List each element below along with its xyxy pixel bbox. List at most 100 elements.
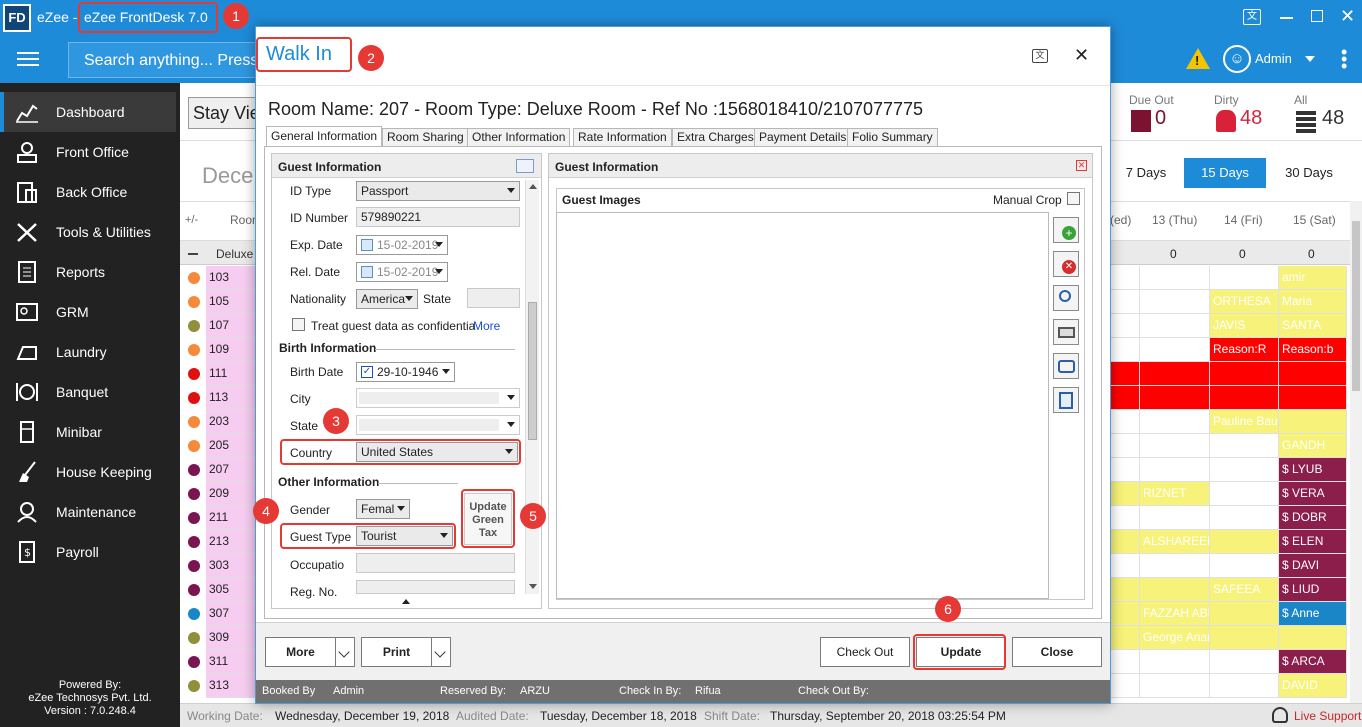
more-dropdown-button[interactable] [335,637,355,667]
scan-image-icon[interactable] [1053,319,1079,345]
booking-cell[interactable]: GANDH [1279,434,1347,458]
more-button[interactable]: More [265,637,336,667]
sidebar-item-laundry[interactable]: Laundry [4,332,180,372]
more-link[interactable]: More [473,319,500,333]
booking-cell[interactable] [1110,530,1140,554]
dialog-translate-icon[interactable]: 文 [1032,49,1048,63]
id-number-field[interactable]: 579890221 [356,207,520,227]
booking-cell[interactable] [1110,362,1140,386]
grid-scrollbar-thumb[interactable] [1352,221,1360,391]
booking-cell[interactable] [1210,362,1279,386]
booking-cell[interactable]: SANTA [1279,314,1347,338]
stay-view-button[interactable]: Stay Vie [188,97,263,129]
gender-select[interactable]: Femal [356,499,410,519]
booking-cell[interactable]: $ Anne [1279,602,1347,626]
panel-close-icon[interactable]: ✕ [1076,160,1087,171]
sidebar-item-front-office[interactable]: Front Office [4,132,180,172]
user-name[interactable]: Admin [1255,51,1292,66]
zoom-image-icon[interactable] [1053,285,1079,311]
range-15-days-button[interactable]: 15 Days [1184,158,1266,188]
booking-cell[interactable] [1140,458,1210,482]
user-dropdown-icon[interactable] [1305,56,1315,62]
check-out-button[interactable]: Check Out [820,637,910,667]
stat-all[interactable]: All 48 [1290,91,1360,136]
booking-cell[interactable] [1140,554,1210,578]
booking-cell[interactable] [1140,290,1210,314]
print-button[interactable]: Print [361,637,432,667]
sidebar-item-tools[interactable]: Tools & Utilities [4,212,180,252]
headset-icon[interactable] [1272,707,1288,723]
booking-cell[interactable]: $ LIUD [1279,578,1347,602]
booking-cell[interactable] [1210,458,1279,482]
booking-cell[interactable] [1110,602,1140,626]
booking-cell[interactable] [1110,506,1140,530]
booking-cell[interactable] [1110,314,1140,338]
sidebar-item-payroll[interactable]: $ Payroll [4,532,180,572]
exp-date-picker[interactable]: 15-02-2019 [356,235,448,255]
booking-cell[interactable] [1110,650,1140,674]
booking-cell[interactable]: $ ELEN [1279,530,1347,554]
booking-cell[interactable] [1140,410,1210,434]
form-scrollbar[interactable] [525,180,539,594]
close-button[interactable]: Close [1012,637,1102,667]
booking-cell[interactable] [1140,506,1210,530]
booking-cell[interactable] [1140,314,1210,338]
booking-cell[interactable]: RIZNET [1140,482,1210,506]
range-30-days-button[interactable]: 30 Days [1268,158,1350,188]
booking-cell[interactable]: Pauline Bauraire [1210,410,1279,434]
booking-cell[interactable] [1110,626,1140,650]
booking-cell[interactable]: $ DAVI [1279,554,1347,578]
tab-rate-information[interactable]: Rate Information [573,128,672,147]
booking-cell[interactable] [1210,530,1279,554]
tab-other-information[interactable]: Other Information [467,128,571,147]
rel-date-picker[interactable]: 15-02-2019 [356,262,448,282]
sidebar-item-housekeeping[interactable]: House Keeping [4,452,180,492]
booking-cell[interactable] [1210,674,1279,698]
tab-room-sharing[interactable]: Room Sharing [382,128,469,147]
booking-cell[interactable] [1210,554,1279,578]
reg-no-field[interactable] [356,580,515,594]
sidebar-item-minibar[interactable]: Minibar [4,412,180,452]
booking-cell[interactable]: SAFEEA [1210,578,1279,602]
booking-cell[interactable] [1110,482,1140,506]
camera-icon[interactable] [1053,353,1079,379]
booking-cell[interactable]: $ ARCA [1279,650,1347,674]
menu-icon[interactable] [17,52,39,66]
booking-cell[interactable] [1210,650,1279,674]
booking-cell[interactable]: DAVID [1279,674,1347,698]
booking-cell[interactable] [1110,554,1140,578]
tab-folio-summary[interactable]: Folio Summary [847,128,938,147]
booking-cell[interactable] [1140,650,1210,674]
booking-cell[interactable] [1140,386,1210,410]
tab-extra-charges[interactable]: Extra Charges [672,128,759,147]
booking-cell[interactable] [1110,290,1140,314]
stat-dirty[interactable]: Dirty 48 [1210,91,1290,136]
booking-cell[interactable]: FAZZAH ABDUL [1140,602,1210,626]
minimize-icon[interactable] [1280,17,1293,19]
dialog-close-icon[interactable]: ✕ [1074,45,1089,66]
booking-cell[interactable]: Maria [1279,290,1347,314]
booking-cell[interactable] [1110,674,1140,698]
state2-select[interactable] [356,415,520,435]
booking-cell[interactable]: amir [1279,266,1347,290]
collapse-up-icon[interactable] [402,599,410,604]
booking-cell[interactable] [1210,482,1279,506]
tab-payment-details[interactable]: Payment Details [754,128,852,147]
sidebar-item-reports[interactable]: Reports [4,252,180,292]
expand-collapse-header[interactable]: +/- [185,214,198,226]
booking-cell[interactable] [1110,266,1140,290]
form-scrollbar-thumb[interactable] [528,302,537,440]
booking-cell[interactable] [1110,578,1140,602]
booking-cell[interactable] [1140,362,1210,386]
state-field[interactable] [467,288,520,308]
booking-cell[interactable]: George Anand [1140,626,1210,650]
booking-cell[interactable]: $ VERA [1279,482,1347,506]
nationality-select[interactable]: America [356,289,418,309]
stat-due-out[interactable]: Due Out 0 [1125,91,1205,136]
city-select[interactable] [356,388,520,408]
booking-cell[interactable] [1110,338,1140,362]
booking-cell[interactable] [1210,602,1279,626]
booking-cell[interactable]: Reason:R [1210,338,1279,362]
sidebar-item-grm[interactable]: GRM [4,292,180,332]
booking-cell[interactable]: ALSHAREEFA [1140,530,1210,554]
